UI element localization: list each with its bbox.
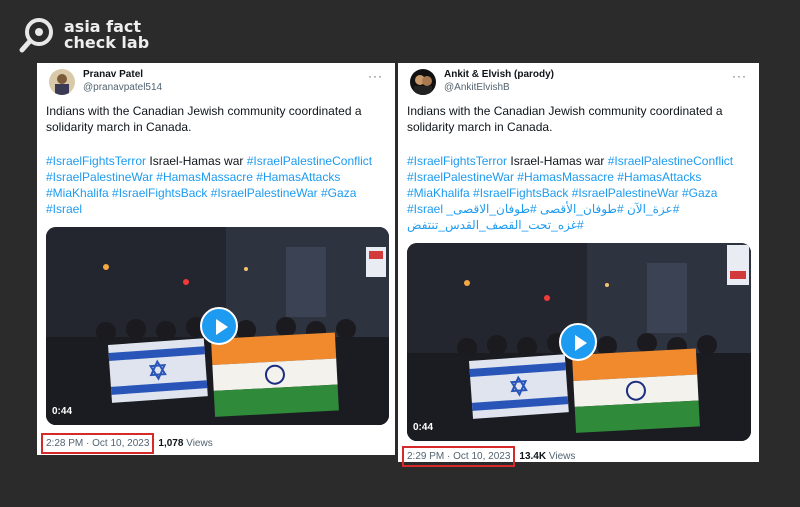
magnifier-logo-icon [18,16,56,54]
hashtag-line[interactable]: #IsraelPalestineWar #HamasMassacre #Hama… [46,169,387,185]
play-button[interactable] [559,323,597,361]
more-options-icon[interactable]: ··· [732,69,747,83]
plain-text: Israel-Hamas war [146,154,247,168]
brand-name: asia fact check lab [64,19,149,51]
views-count: 13.4K [519,451,547,462]
timestamp-link[interactable]: 2:29 PM · Oct 10, 2023 [402,446,516,467]
more-options-icon[interactable]: ··· [368,69,383,83]
plain-text: Israel-Hamas war [507,154,608,168]
hashtag-link[interactable]: #Israel [407,202,443,216]
hashtag-line: #غزه_تحت_القصف_القدس_تنتفض [407,217,751,233]
hashtag-link[interactable]: #IsraelPalestineConflict [247,154,372,168]
tweet-card-pranav[interactable]: Pranav Patel @pranavpatel514 ··· Indians… [37,63,395,455]
video-duration: 0:44 [413,422,434,433]
hashtag-link[interactable]: #IsraelFightsTerror [407,154,507,168]
display-name[interactable]: Ankit & Elvish (parody) [444,69,554,81]
video-player[interactable]: 0:44 [407,243,751,441]
tweet-card-ankit[interactable]: Ankit & Elvish (parody) @AnkitElvishB ··… [398,63,759,467]
avatar[interactable] [410,69,436,95]
tweet-text: Indians with the Canadian Jewish communi… [407,104,723,134]
handle[interactable]: @pranavpatel514 [83,81,162,94]
hashtag-line: #Israel #عزة_الآن #طوفان_الأقصى #طوفان_ا… [407,201,751,217]
hashtag-line: #IsraelFightsTerror Israel-Hamas war #Is… [407,153,751,169]
play-button[interactable] [200,307,238,345]
tweet-header: Ankit & Elvish (parody) @AnkitElvishB ··… [410,69,747,95]
tweet-text: Indians with the Canadian Jewish communi… [46,104,362,134]
hashtags: #IsraelFightsTerror Israel-Hamas war #Is… [407,153,751,233]
brand-logo: asia fact check lab [18,16,149,54]
hashtags: #IsraelFightsTerror Israel-Hamas war #Is… [46,153,387,217]
tweet-header: Pranav Patel @pranavpatel514 ··· [49,69,383,95]
tweet-meta: 2:28 PM · Oct 10, 2023 1,078 Views [41,433,213,454]
hashtag-line[interactable]: #IsraelPalestineWar #HamasMassacre #Hama… [407,169,751,185]
avatar[interactable] [49,69,75,95]
views-label: Views [186,438,213,449]
hashtag-link[interactable]: #IsraelFightsTerror [46,154,146,168]
handle[interactable]: @AnkitElvishB [444,81,554,94]
arabic-hashtags[interactable]: #عزة_الآن #طوفان_الأقصى #طوفان_الاقصى_ [446,202,679,216]
hashtag-line[interactable]: #Israel [46,201,387,217]
brand-line-2: check lab [64,33,150,52]
views-label: Views [548,451,576,462]
hashtag-line[interactable]: #MiaKhalifa #IsraelFightsBack #IsraelPal… [46,185,387,201]
hashtag-line: #IsraelFightsTerror Israel-Hamas war #Is… [46,153,387,169]
display-name[interactable]: Pranav Patel [83,69,162,81]
tweet-meta: 2:29 PM · Oct 10, 2023 13.4K Views [402,446,575,467]
hashtag-line[interactable]: #MiaKhalifa #IsraelFightsBack #IsraelPal… [407,185,751,201]
video-duration: 0:44 [52,406,73,417]
timestamp-link[interactable]: 2:28 PM · Oct 10, 2023 [41,433,155,454]
views-count: 1,078 [158,438,184,449]
arabic-hashtags[interactable]: #غزه_تحت_القصف_القدس_تنتفض [407,218,584,232]
video-player[interactable]: 0:44 [46,227,389,425]
hashtag-link[interactable]: #IsraelPalestineConflict [608,154,733,168]
